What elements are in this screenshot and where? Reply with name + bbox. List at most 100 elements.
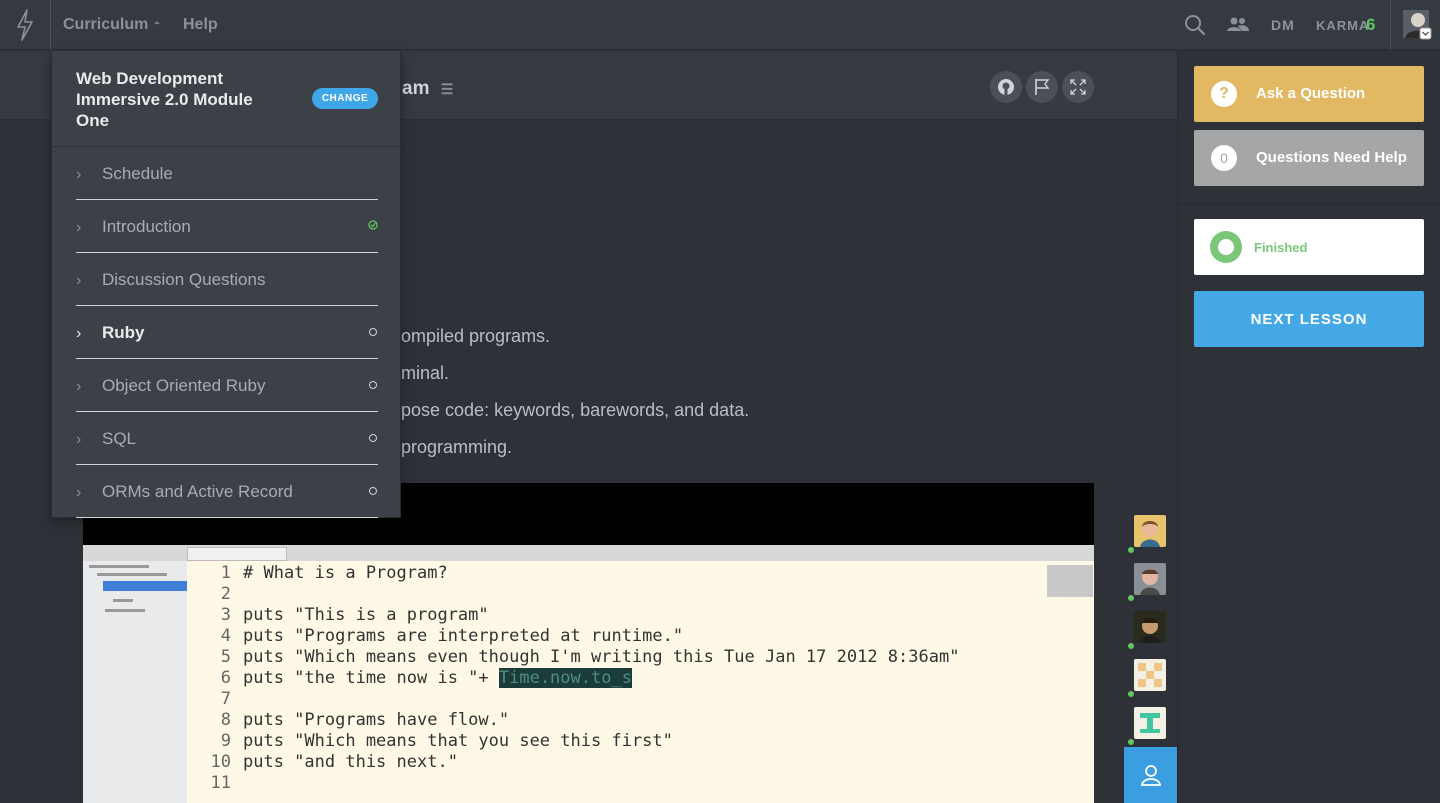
incomplete-circle-icon [369,381,377,389]
logo-icon[interactable] [0,0,51,50]
code-line: 2 [203,584,243,604]
editor-tab-bar [83,545,1094,561]
code-line: 5 puts "Which means even though I'm writi… [203,647,960,667]
presence-toggle-button[interactable] [1124,747,1177,803]
lesson-video[interactable]: 1 # What is a Program? 2 3 puts "This is a p… [83,483,1094,803]
user-icon [1140,765,1161,786]
online-indicator [1128,643,1134,649]
karma-value: 6 [1366,15,1376,34]
incomplete-circle-icon [369,328,377,336]
ask-question-button[interactable]: ? Ask a Question [1194,66,1424,122]
lesson-title-text: am [402,78,430,99]
bookmark-icon[interactable]: ☰ [441,81,454,97]
objective-item: ompiled programs. [401,326,551,346]
people-icon[interactable] [1227,16,1249,37]
curriculum-dropdown: Web Development Immersive 2.0 Module One… [51,51,402,518]
chevron-right-icon: › [76,272,82,289]
expand-button[interactable] [1062,71,1094,103]
avatar[interactable] [1134,563,1166,595]
line-number: 2 [220,584,231,604]
line-number: 10 [210,752,231,772]
code-text: puts "Which means that you see this firs… [243,731,673,751]
online-indicator [1128,739,1134,745]
code-text: puts "Programs have flow." [243,710,510,730]
help-link[interactable]: Help [183,16,218,34]
editor-file-tree [83,561,187,803]
dropdown-header: Web Development Immersive 2.0 Module One… [52,51,402,147]
code-line: 9 puts "Which means that you see this fir… [203,731,673,751]
curriculum-label: Curriculum [63,16,149,33]
curriculum-item-label: Object Oriented Ruby [102,376,266,395]
chevron-right-icon: › [76,166,82,183]
curriculum-item[interactable]: › Introduction [76,200,378,253]
online-indicator [1128,547,1134,553]
curriculum-item-label: Discussion Questions [102,270,266,289]
user-avatar[interactable] [1390,0,1440,50]
curriculum-item[interactable]: › Discussion Questions [76,253,378,306]
karma-label: KARMA [1316,18,1370,33]
curriculum-item[interactable]: › SQL [76,412,378,465]
ask-question-label: Ask a Question [1256,85,1366,102]
curriculum-menu[interactable]: Curriculum ⌃ [63,16,161,34]
code-line: 11 [203,773,243,793]
avatar[interactable] [1134,515,1166,547]
code-text: puts "Which means even though I'm writin… [243,647,960,667]
top-navbar: Curriculum ⌃ Help DM KARMA 6 [0,0,1440,50]
finished-toggle[interactable]: Finished [1194,219,1424,275]
incomplete-circle-icon [369,487,377,495]
code-line: 7 [203,689,243,709]
next-lesson-button[interactable]: NEXT LESSON [1194,291,1424,347]
line-number: 5 [220,647,231,667]
objective-item: programming. [401,437,513,457]
avatar[interactable] [1134,707,1166,739]
expand-icon [1070,79,1086,95]
code-line: 1 # What is a Program? [203,563,448,583]
check-circle-icon [368,220,378,230]
code-line: 10 puts "and this next." [203,752,458,772]
avatar[interactable] [1134,659,1166,691]
line-number: 4 [220,626,231,646]
flag-button[interactable] [1026,71,1058,103]
code-line: 6 puts "the time now is "+ Time.now.to_s [203,668,632,688]
module-title: Web Development Immersive 2.0 Module One [76,69,253,130]
line-number: 3 [220,605,231,625]
code-text: puts "and this next." [243,752,458,772]
flag-icon [1035,79,1050,95]
online-indicator [1128,691,1134,697]
line-number: 11 [210,773,231,793]
github-button[interactable] [990,71,1022,103]
online-indicator [1128,595,1134,601]
curriculum-item[interactable]: › ORMs and Active Record [76,465,378,518]
finished-label: Finished [1254,240,1308,255]
curriculum-item-label: ORMs and Active Record [102,482,293,501]
line-number: 7 [220,689,231,709]
user-initials[interactable]: DM [1271,17,1295,33]
code-text: # What is a Program? [243,563,448,583]
line-number: 9 [220,731,231,751]
curriculum-item[interactable]: › Ruby [76,306,378,359]
lesson-title: am ☰ [402,78,453,100]
objective-item: pose code: keywords, barewords, and data… [401,400,750,420]
code-text: puts "This is a program" [243,605,489,625]
chevron-right-icon: › [76,378,82,395]
curriculum-item[interactable]: › Object Oriented Ruby [76,359,378,412]
search-icon[interactable] [1184,14,1206,41]
question-count-badge: 0 [1211,145,1237,171]
avatar[interactable] [1134,611,1166,643]
curriculum-item-label: Introduction [102,217,191,236]
curriculum-item-label: SQL [102,429,137,448]
chevron-right-icon: › [76,219,82,236]
code-line: 8 puts "Programs have flow." [203,710,509,730]
code-highlight: Time.now.to_s [498,668,632,688]
change-module-button[interactable]: CHANGE [312,88,378,109]
curriculum-item-label: Ruby [102,323,145,342]
questions-need-help-button[interactable]: 0 Questions Need Help [1194,130,1424,186]
code-text: puts "Programs are interpreted at runtim… [243,626,684,646]
code-line: 3 puts "This is a program" [203,605,489,625]
curriculum-item-label: Schedule [102,164,173,183]
code-line: 4 puts "Programs are interpreted at runti… [203,626,683,646]
incomplete-circle-icon [369,434,377,442]
chevron-up-icon: ⌃ [152,21,162,32]
objective-item: minal. [401,363,450,383]
curriculum-item[interactable]: › Schedule [76,147,378,200]
